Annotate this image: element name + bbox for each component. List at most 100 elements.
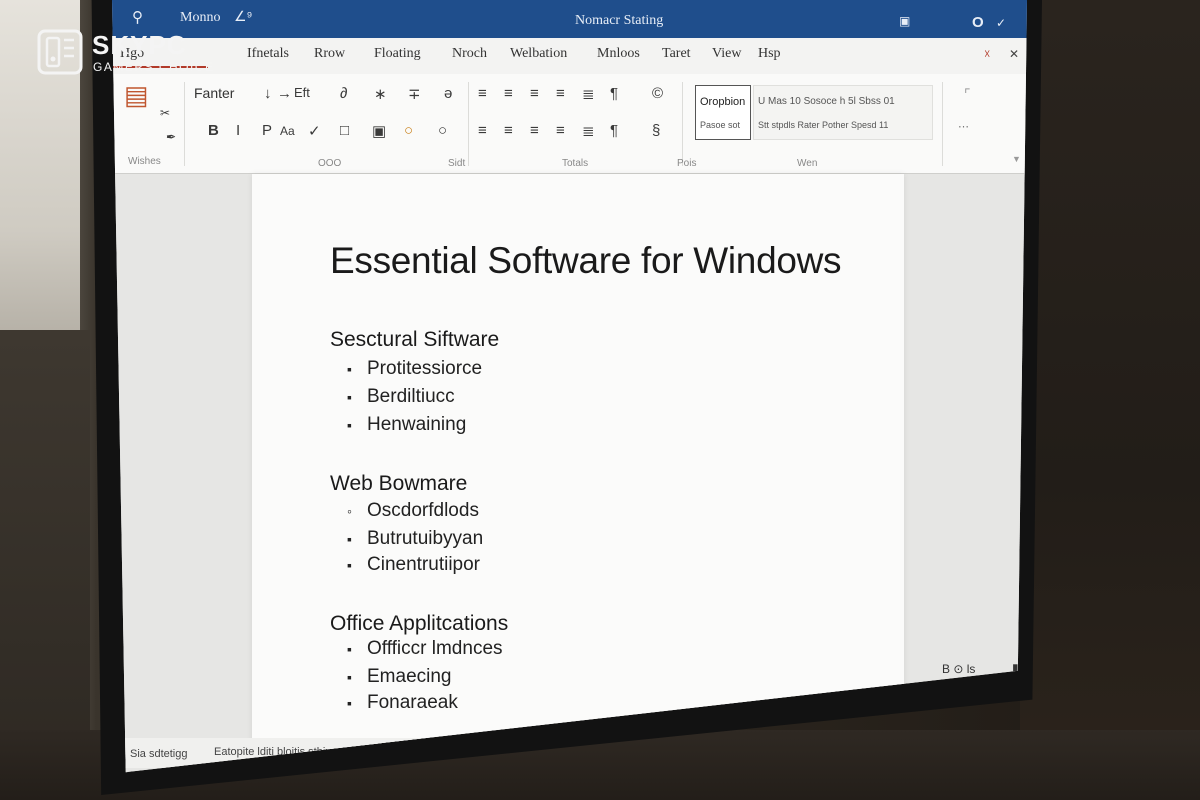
increase-indent-icon[interactable]: ≣	[582, 85, 595, 103]
section-heading: Office Applitcations	[330, 612, 509, 635]
font-size-up-icon[interactable]: →	[277, 85, 292, 102]
font-size-down-icon[interactable]: ↓	[264, 85, 272, 102]
list-item: ▪ Berdiltiucc	[347, 386, 455, 408]
signature-icon[interactable]: ∠⁹	[234, 8, 253, 25]
style-box-title: Oropbion	[700, 96, 746, 108]
circle-icon[interactable]: ○	[438, 122, 447, 139]
ribbon-separator	[184, 82, 185, 166]
search-icon[interactable]: ⚲	[132, 8, 143, 26]
tab-review[interactable]: Mnloos	[597, 46, 640, 62]
border-icon[interactable]: □	[340, 122, 349, 139]
page-status[interactable]: Sia sdtetigg	[130, 748, 187, 760]
tab-view[interactable]: View	[712, 46, 741, 62]
pin-icon[interactable]: ☓	[984, 47, 990, 62]
section-heading: Sesctural Siftware	[330, 328, 500, 351]
section-icon[interactable]: §	[652, 122, 660, 139]
account-icon[interactable]: O	[972, 14, 984, 31]
list-item: ▪ Cinentrutiipor	[347, 554, 480, 576]
bullet-icon: ▪	[347, 557, 352, 573]
close-icon[interactable]: ✕	[1009, 47, 1019, 62]
align-center-icon[interactable]: ≡	[504, 122, 513, 139]
ribbon-tabs: Hgo Ifnetals Rrow Floating Nroch Welbati…	[112, 38, 1027, 74]
strikethrough-icon[interactable]: ∓	[408, 85, 421, 103]
bullet-icon: ▪	[347, 531, 352, 547]
list-item-text: Offficcr lmdnces	[367, 638, 503, 659]
titlebar-name: Monno	[180, 10, 221, 25]
list-item-text: Fonaraeak	[367, 692, 458, 713]
styles-row-2: Stt stpdls Rater Pother Spesd 11	[758, 120, 889, 130]
list-item-text: Emaecing	[367, 666, 452, 687]
bullet-icon: ▪	[347, 695, 352, 711]
restore-icon[interactable]: ▣	[899, 14, 910, 28]
tab-layout[interactable]: Floating	[374, 46, 421, 62]
style-normal[interactable]: Oropbion Pasoe sot	[695, 85, 751, 140]
multilevel-list-icon[interactable]: ≡	[530, 85, 539, 102]
line-spacing-icon[interactable]: ≣	[582, 122, 595, 140]
room-background	[1020, 0, 1200, 800]
tab-table[interactable]: Taret	[662, 46, 691, 62]
collapse-ribbon-icon[interactable]: ▼	[1012, 154, 1021, 164]
clipboard-group-label: Wishes	[128, 156, 161, 167]
list-item-text: Protitessiorce	[367, 358, 483, 379]
tab-mailings[interactable]: Welbation	[510, 46, 567, 62]
bullet-icon: ▪	[347, 417, 352, 433]
brand-watermark: SKYPC GAMERS CHOICE	[36, 28, 236, 78]
underline-button[interactable]: P	[262, 122, 272, 139]
list-item-text: Cinentrutiipor	[367, 554, 480, 575]
paragraph-icon[interactable]: ¶	[610, 122, 618, 139]
font-name-field[interactable]: Fanter	[190, 82, 260, 104]
pc-tower-logo-icon	[37, 29, 83, 75]
checkmark-icon[interactable]: ✓	[308, 122, 321, 140]
justify-icon[interactable]: ≡	[556, 122, 565, 139]
brand-name: SKYPC	[92, 30, 187, 60]
editing-group-label: Wen	[797, 158, 818, 169]
zoom-control[interactable]: B ⊙ ls	[942, 662, 975, 676]
paragraph-group-label: Sidt	[448, 158, 466, 169]
tab-references[interactable]: Nroch	[452, 46, 487, 62]
paste-icon[interactable]: ▤	[124, 80, 149, 111]
change-case-button[interactable]: Aa	[280, 124, 295, 138]
tab-draw[interactable]: Rrow	[314, 46, 345, 62]
bold-button[interactable]: B	[208, 122, 219, 139]
list-item: ▪ Offficcr lmdnces	[347, 638, 503, 660]
bullet-icon: ▪	[347, 669, 352, 685]
cut-icon[interactable]: ✂	[160, 106, 170, 120]
list-item-text: Berdiltiucc	[367, 386, 455, 407]
styles-gallery[interactable]: U Mas 10 Sosoce h 5l Sbss 01 Stt stpdls …	[753, 85, 933, 140]
bullets-icon[interactable]: ≡	[478, 85, 487, 102]
show-marks-icon[interactable]: ¶	[610, 85, 618, 102]
ribbon: ▤ ✂ ✒ Wishes Fanter ↓ → Eft ∂ ∗ ∓ ə B I …	[112, 74, 1027, 174]
list-item-text: Oscdorfdlods	[367, 500, 479, 521]
tab-insert[interactable]: Ifnetals	[247, 46, 289, 62]
highlight-icon[interactable]: ∗	[374, 85, 387, 103]
format-painter-icon[interactable]: ✒	[166, 130, 176, 144]
bullet-icon: ▪	[347, 641, 352, 657]
italic-button[interactable]: I	[236, 122, 240, 139]
font-color-icon[interactable]: ○	[404, 122, 413, 139]
list-item: ◦ Oscdorfdlods	[347, 500, 479, 522]
align-left-icon[interactable]: ≡	[478, 122, 487, 139]
clear-format-icon[interactable]: ∂	[340, 85, 347, 102]
sort-icon[interactable]: ©	[652, 85, 663, 102]
shading-icon[interactable]: ▣	[372, 122, 386, 140]
text-effect-icon[interactable]: ə	[444, 85, 452, 102]
bullet-icon: ▪	[347, 389, 352, 405]
numbering-icon[interactable]: ≡	[504, 85, 513, 102]
align-right-icon[interactable]: ≡	[530, 122, 539, 139]
styles-row-1: U Mas 10 Sosoce h 5l Sbss 01	[758, 96, 895, 107]
totals-group-label: Totals	[562, 158, 589, 169]
ribbon-separator	[468, 82, 469, 166]
list-item: ▪ Protitessiorce	[347, 358, 482, 380]
document-page[interactable]: Essential Software for Windows Sesctural…	[252, 174, 1027, 754]
select-icon[interactable]: ⋯	[958, 120, 969, 133]
styles-group-label: Pois	[677, 158, 697, 169]
list-item-text: Henwaining	[367, 414, 467, 435]
find-icon[interactable]: ⌜	[964, 86, 971, 103]
ribbon-separator	[942, 82, 943, 166]
list-item: ▪ Henwaining	[347, 414, 466, 436]
check-icon[interactable]: ✓	[996, 16, 1006, 30]
font-effects-icon[interactable]: Eft	[294, 85, 310, 100]
tab-help[interactable]: Hsp	[758, 46, 781, 62]
list-item-text: Butrutuibyyan	[367, 528, 484, 549]
decrease-indent-icon[interactable]: ≡	[556, 85, 565, 102]
